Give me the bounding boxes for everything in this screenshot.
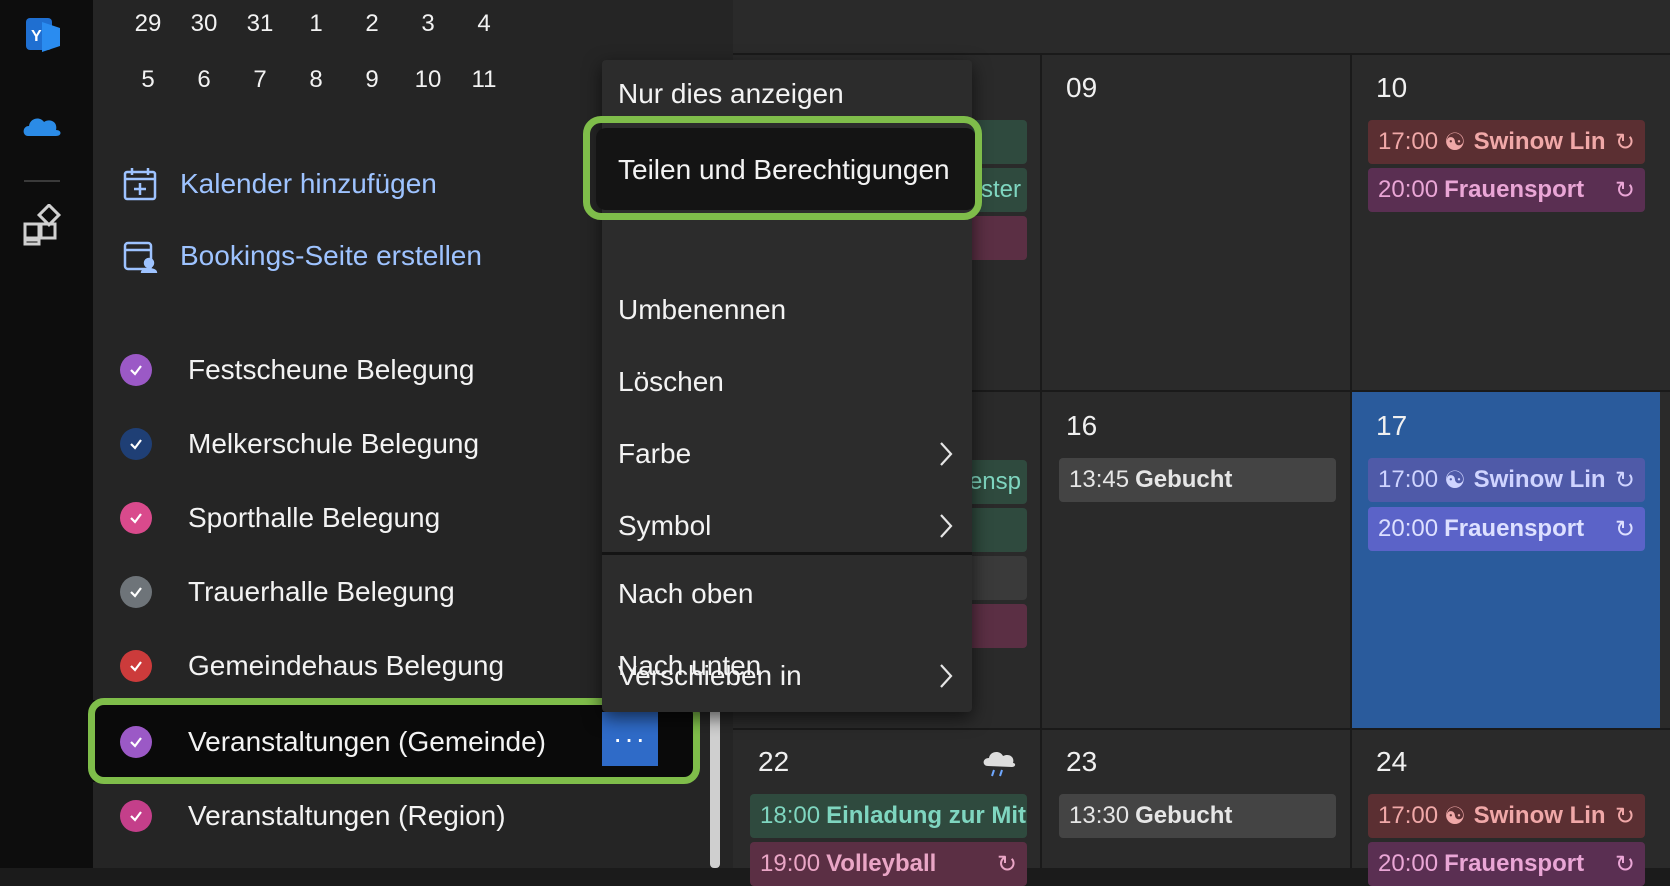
calendar-item-label: Melkerschule Belegung — [188, 428, 480, 459]
mini-day[interactable]: 30 — [176, 10, 232, 38]
menu-divider — [602, 552, 972, 555]
repeat-icon: ↻ — [1614, 177, 1635, 204]
bookings-label: Bookings-Seite erstellen — [180, 240, 482, 271]
event-chip[interactable]: 20:00 Frauensport ↻ — [1368, 507, 1645, 551]
menu-item-symbol[interactable]: Symbol — [618, 496, 972, 556]
calendar-add-icon — [123, 168, 157, 201]
mini-day[interactable]: 6 — [176, 66, 232, 94]
day-number: 24 — [1376, 746, 1408, 777]
day-number: 09 — [1066, 72, 1098, 103]
mini-day[interactable]: 11 — [456, 66, 512, 94]
outlook-app-icon[interactable]: Y — [20, 12, 64, 56]
event-chip[interactable]: 13:30 Gebucht — [1059, 794, 1336, 838]
menu-item-move-up[interactable]: Nach oben — [618, 564, 972, 624]
repeat-icon: ↻ — [1614, 516, 1635, 543]
highlight-frame — [583, 116, 982, 220]
mini-day[interactable]: 2 — [344, 10, 400, 38]
today-cell[interactable] — [1352, 392, 1660, 728]
chevron-right-icon — [938, 440, 954, 475]
grid-divider — [1040, 55, 1042, 868]
event-chip[interactable]: 17:00 ☯ Swinow Lin ↻ — [1368, 120, 1645, 164]
calendar-item-melkerschule[interactable]: Melkerschule Belegung — [120, 419, 479, 469]
calendar-item-label: Veranstaltungen (Region) — [188, 800, 506, 831]
check-icon[interactable] — [120, 576, 152, 608]
dumbbell-icon: ☯ — [1444, 466, 1466, 494]
check-icon[interactable] — [120, 354, 152, 386]
repeat-icon: ↻ — [1614, 129, 1635, 156]
mini-week-row: 29 30 31 1 2 3 4 — [120, 10, 512, 38]
svg-text:Y: Y — [31, 28, 42, 45]
onedrive-icon[interactable] — [20, 104, 64, 148]
menu-item-color[interactable]: Farbe — [618, 424, 972, 484]
mini-day[interactable]: 31 — [232, 10, 288, 38]
repeat-icon: ↻ — [1614, 851, 1635, 878]
day-number: 22 — [758, 746, 790, 777]
event-chip[interactable]: 18:00 Einladung zur Mitg — [750, 794, 1027, 838]
menu-item-show-only[interactable]: Nur dies anzeigen — [618, 64, 972, 124]
bookings-icon — [123, 241, 158, 274]
event-chip[interactable]: 20:00 Frauensport ↻ — [1368, 842, 1645, 886]
mini-day[interactable]: 9 — [344, 66, 400, 94]
day-number: 23 — [1066, 746, 1098, 777]
calendar-item-festscheune[interactable]: Festscheune Belegung — [120, 345, 474, 395]
calendar-item-label: Gemeindehaus Belegung — [188, 650, 505, 681]
repeat-icon: ↻ — [1614, 467, 1635, 494]
mini-week-row: 5 6 7 8 9 10 11 — [120, 66, 512, 94]
event-chip[interactable]: 17:00 ☯ Swinow Lin ↻ — [1368, 794, 1645, 838]
dumbbell-icon: ☯ — [1444, 128, 1466, 156]
create-bookings-button[interactable]: Bookings-Seite erstellen — [122, 238, 482, 274]
mini-day[interactable]: 10 — [400, 66, 456, 94]
calendar-item-trauerhalle[interactable]: Trauerhalle Belegung — [120, 567, 455, 617]
calendar-item-label: Trauerhalle Belegung — [188, 576, 455, 607]
calendar-item-veranstaltungen-region[interactable]: Veranstaltungen (Region) — [120, 791, 506, 841]
apps-icon[interactable] — [20, 202, 64, 248]
mini-day[interactable]: 5 — [120, 66, 176, 94]
event-chip[interactable]: 19:00 Volleyball ↻ — [750, 842, 1027, 886]
grid-divider — [733, 53, 1670, 55]
event-chip[interactable]: 20:00 Frauensport ↻ — [1368, 168, 1645, 212]
dumbbell-icon: ☯ — [1444, 802, 1466, 830]
mini-day[interactable]: 3 — [400, 10, 456, 38]
menu-item-rename[interactable]: Umbenennen — [618, 280, 972, 340]
mini-day[interactable]: 1 — [288, 10, 344, 38]
check-icon[interactable] — [120, 428, 152, 460]
add-calendar-label: Kalender hinzufügen — [180, 168, 437, 199]
day-number: 10 — [1376, 72, 1408, 103]
chevron-right-icon — [938, 662, 954, 697]
app-rail: Y — [0, 0, 93, 868]
check-icon[interactable] — [120, 502, 152, 534]
event-chip[interactable]: 13:45 Gebucht — [1059, 458, 1336, 502]
sidebar-scrollbar[interactable] — [710, 700, 720, 868]
add-calendar-button[interactable]: Kalender hinzufügen — [122, 166, 437, 202]
menu-item-delete[interactable]: Löschen — [618, 352, 972, 412]
day-number: 17 — [1376, 410, 1408, 441]
calendar-item-label: Sporthalle Belegung — [188, 502, 441, 533]
repeat-icon: ↻ — [996, 851, 1017, 878]
calendar-item-gemeindehaus[interactable]: Gemeindehaus Belegung — [120, 641, 504, 691]
menu-item-move-to[interactable]: Verschieben in — [618, 646, 972, 706]
chevron-right-icon — [938, 512, 954, 547]
mini-day[interactable]: 29 — [120, 10, 176, 38]
event-chip[interactable]: 17:00 ☯ Swinow Lin ↻ — [1368, 458, 1645, 502]
calendar-item-sporthalle[interactable]: Sporthalle Belegung — [120, 493, 440, 543]
repeat-icon: ↻ — [1614, 803, 1635, 830]
check-icon[interactable] — [120, 650, 152, 682]
weather-icon — [982, 748, 1016, 783]
mini-day[interactable]: 7 — [232, 66, 288, 94]
rail-divider — [24, 180, 60, 182]
mini-day[interactable]: 8 — [288, 66, 344, 94]
day-number: 16 — [1066, 410, 1098, 441]
calendar-item-label: Festscheune Belegung — [188, 354, 475, 385]
check-icon[interactable] — [120, 800, 152, 832]
mini-day[interactable]: 4 — [456, 10, 512, 38]
grid-divider — [733, 728, 1670, 730]
